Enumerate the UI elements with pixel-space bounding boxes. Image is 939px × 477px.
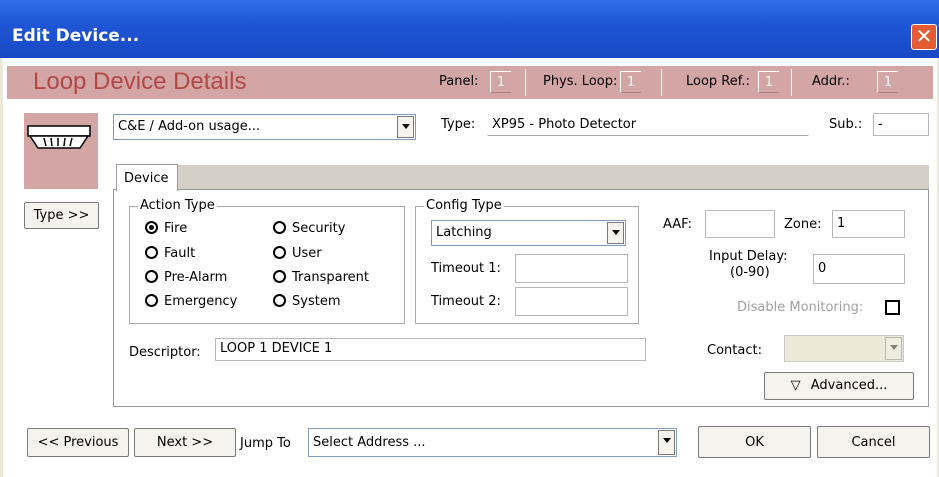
radio-icon [273,221,286,234]
radio-transparent[interactable]: Transparent [273,270,369,285]
radio-icon [273,246,286,259]
zone-label: Zone: [784,217,822,232]
phys-loop-label: Phys. Loop: [543,74,618,89]
chevron-down-icon[interactable] [607,222,624,244]
timeout2-field[interactable] [515,287,628,316]
radio-label: User [292,246,322,261]
cancel-button[interactable]: Cancel [817,426,930,458]
disable-monitoring-checkbox[interactable] [885,300,900,315]
descriptor-label: Descriptor: [129,345,201,360]
config-type-select[interactable]: Latching [431,220,626,246]
radio-icon [273,294,286,307]
radio-fire[interactable]: Fire [145,221,187,236]
radio-label: System [292,294,341,309]
radio-label: Security [292,221,346,236]
timeout1-label: Timeout 1: [431,261,501,276]
disable-monitoring-label: Disable Monitoring: [737,300,864,315]
addr-value: 1 [877,71,898,93]
sub-label: Sub.: [829,117,863,132]
radio-user[interactable]: User [273,246,322,261]
panel-value: 1 [490,71,511,93]
jump-to-label: Jump To [240,436,291,451]
contact-label: Contact: [707,343,762,358]
input-delay-label: Input Delay: [709,249,788,264]
type-button[interactable]: Type >> [24,202,99,229]
ok-button[interactable]: OK [698,426,811,458]
radio-selected-icon [145,221,158,234]
tab-device[interactable]: Device [116,164,178,191]
radio-icon [145,246,158,259]
zone-field[interactable]: 1 [832,210,905,238]
radio-emergency[interactable]: Emergency [145,294,237,309]
config-type-value: Latching [436,225,492,240]
radio-security[interactable]: Security [273,221,345,236]
contact-select[interactable] [784,335,904,362]
tab-strip [178,165,929,190]
type-value: XP95 - Photo Detector [487,113,809,136]
phys-loop-value: 1 [620,71,641,93]
radio-label: Pre-Alarm [164,270,228,285]
radio-label: Fault [164,246,196,261]
page-title: Loop Device Details [33,68,247,95]
chevron-down-icon[interactable] [658,430,675,455]
addr-label: Addr.: [812,74,850,89]
aaf-field[interactable] [705,210,775,238]
detector-base-icon [27,125,91,149]
input-delay-range-label: (0-90) [730,265,770,280]
window-title: Edit Device... [12,26,140,46]
details-banner: Loop Device Details Panel: 1 Phys. Loop:… [7,66,933,99]
radio-label: Transparent [292,270,369,285]
timeout2-label: Timeout 2: [431,294,501,309]
type-label: Type: [441,117,476,132]
radio-icon [145,270,158,283]
close-icon: ✕ [915,24,933,48]
radio-label: Fire [164,221,188,236]
chevron-down-icon[interactable] [885,337,902,360]
radio-fault[interactable]: Fault [145,246,195,261]
chevron-down-icon[interactable] [397,116,414,138]
device-icon-panel [24,113,98,189]
jump-to-value: Select Address ... [313,435,426,450]
close-button[interactable]: ✕ [911,24,937,50]
banner-divider [525,69,526,96]
banner-divider [661,69,662,96]
usage-select[interactable]: C&E / Add-on usage... [113,114,416,140]
loop-ref-label: Loop Ref.: [686,74,750,89]
title-bar: Edit Device... ✕ [0,0,939,58]
radio-icon [145,294,158,307]
radio-system[interactable]: System [273,294,340,309]
previous-button[interactable]: << Previous [27,428,129,457]
radio-label: Emergency [164,294,238,309]
config-type-title: Config Type [424,198,504,213]
input-delay-field[interactable]: 0 [813,254,905,284]
sub-value: - [873,113,929,136]
banner-divider [791,69,792,96]
next-button[interactable]: Next >> [134,428,236,457]
radio-pre-alarm[interactable]: Pre-Alarm [145,270,227,285]
action-type-title: Action Type [138,198,217,213]
radio-icon [273,270,286,283]
advanced-button-label: Advanced... [810,378,888,393]
triangle-down-icon: ▽ [790,378,801,393]
descriptor-field[interactable]: LOOP 1 DEVICE 1 [215,338,646,361]
loop-ref-value: 1 [758,71,779,93]
aaf-label: AAF: [663,217,692,232]
jump-to-select[interactable]: Select Address ... [308,428,677,457]
usage-select-value: C&E / Add-on usage... [118,119,261,134]
advanced-button[interactable]: ▽ Advanced... [764,372,914,400]
timeout1-field[interactable] [515,254,628,283]
panel-label: Panel: [439,74,479,89]
